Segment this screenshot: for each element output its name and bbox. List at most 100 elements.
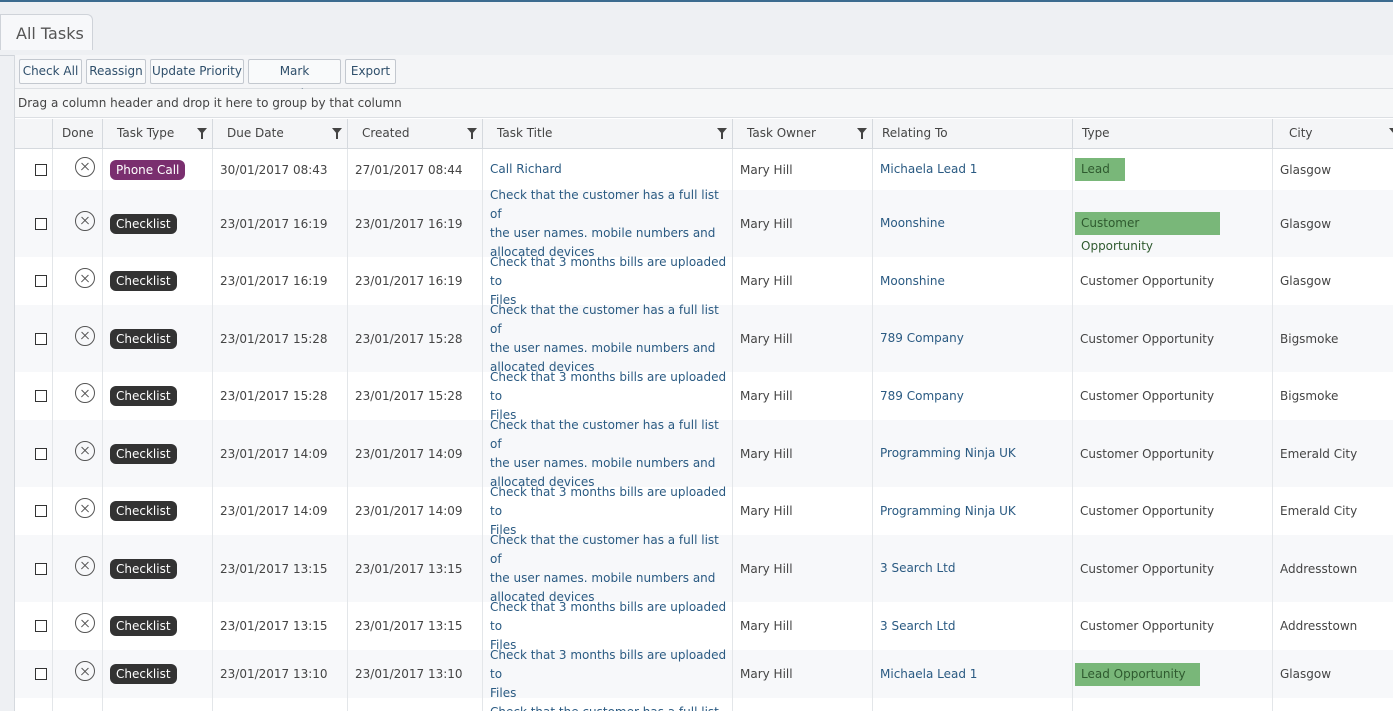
- done-cell: [52, 305, 102, 372]
- row-checkbox[interactable]: [35, 620, 47, 632]
- filter-icon[interactable]: [197, 128, 207, 139]
- task-type-cell: Checklist: [102, 602, 212, 650]
- task-title-line: Check that 3 months bills are uploaded t…: [490, 647, 727, 681]
- type-value: Customer Opportunity: [1080, 274, 1215, 288]
- task-title-line: Check that 3 months bills are uploaded t…: [490, 484, 727, 518]
- task-type-cell: Checklist: [102, 257, 212, 305]
- type-cell: [1072, 698, 1272, 711]
- relating-to-link[interactable]: 3 Search Ltd: [880, 617, 956, 636]
- task-owner: Mary Hill: [740, 561, 793, 576]
- relating-to-link[interactable]: Moonshine: [880, 272, 945, 291]
- type-value: Customer Opportunity: [1080, 504, 1215, 518]
- check-all-button[interactable]: Check All: [19, 59, 82, 84]
- filter-icon[interactable]: [857, 128, 867, 139]
- relating-to-link[interactable]: Programming Ninja UK: [880, 502, 1016, 521]
- table-row: Checklist 23/01/2017 13:15 23/01/2017 13:1…: [15, 533, 1393, 604]
- task-title-link[interactable]: Check that the customer has a full list …: [490, 301, 732, 377]
- relating-to-link[interactable]: 3 Search Ltd: [880, 559, 956, 578]
- task-title-link[interactable]: Call Richard: [490, 160, 562, 179]
- incomplete-x-circle-icon[interactable]: [75, 210, 95, 231]
- header-done[interactable]: Done: [52, 119, 102, 148]
- incomplete-x-circle-icon[interactable]: [75, 661, 95, 681]
- incomplete-x-circle-icon[interactable]: [75, 613, 95, 633]
- update-priority-button[interactable]: Update Priority: [150, 59, 244, 84]
- created-date: 27/01/2017 08:44: [355, 162, 463, 177]
- header-relating-to[interactable]: Relating To: [872, 119, 1072, 148]
- incomplete-x-circle-icon[interactable]: [75, 498, 95, 518]
- city-value: Glasgow: [1280, 274, 1332, 288]
- table-row: Checklist 23/01/2017 13:10 23/01/2017 13:1…: [15, 648, 1393, 700]
- relating-to-link[interactable]: Moonshine: [880, 214, 945, 233]
- city-cell: Bigsmoke: [1272, 372, 1393, 420]
- relating-to-cell: Moonshine: [872, 257, 1072, 305]
- table-row: Phone Call 30/01/2017 08:43 27/01/2017 08:…: [15, 149, 1393, 190]
- task-title-line: Check that 3 months bills are uploaded t…: [490, 254, 727, 288]
- header-task-type[interactable]: Task Type: [102, 119, 212, 148]
- relating-to-cell: Michaela Lead 1: [872, 650, 1072, 698]
- header-city-label: City: [1289, 126, 1313, 140]
- task-title-link[interactable]: Check that the customer has a full list …: [490, 703, 732, 711]
- tab-all-tasks[interactable]: All Tasks: [0, 14, 93, 50]
- header-created[interactable]: Created: [347, 119, 482, 148]
- reassign-button[interactable]: Reassign: [86, 59, 146, 84]
- incomplete-x-circle-icon[interactable]: [75, 325, 95, 346]
- task-type-badge: Checklist: [110, 664, 177, 684]
- task-owner-cell: Mary Hill: [732, 602, 872, 650]
- header-task-owner[interactable]: Task Owner: [732, 119, 872, 148]
- relating-to-link[interactable]: 789 Company: [880, 387, 964, 406]
- mark-complete-button[interactable]: Mark Complete: [248, 59, 341, 101]
- task-title-cell: Check that the customer has a full list …: [482, 698, 732, 711]
- filter-icon[interactable]: [332, 128, 342, 139]
- task-title-cell: Check that the customer has a full list …: [482, 533, 732, 604]
- due-date: 23/01/2017 13:15: [220, 619, 328, 633]
- task-title-link[interactable]: Check that 3 months bills are uploaded t…: [490, 646, 732, 703]
- done-cell: [52, 535, 102, 602]
- table-row: Checklist 23/01/2017 16:19 23/01/2017 16:1…: [15, 255, 1393, 307]
- task-title-line: Call Richard: [490, 162, 562, 176]
- task-owner-cell: Mary Hill: [732, 535, 872, 602]
- done-cell: [52, 420, 102, 487]
- group-drop-zone[interactable]: Drag a column header and drop it here to…: [15, 89, 1393, 118]
- task-owner-cell: [732, 698, 872, 711]
- task-title-link[interactable]: Check that the customer has a full list …: [490, 186, 732, 262]
- row-checkbox[interactable]: [35, 447, 47, 460]
- row-checkbox[interactable]: [35, 668, 47, 680]
- row-checkbox[interactable]: [35, 217, 47, 230]
- incomplete-x-circle-icon[interactable]: [75, 156, 95, 177]
- relating-to-link[interactable]: 789 Company: [880, 329, 964, 348]
- task-type-badge: Checklist: [110, 271, 177, 291]
- header-type[interactable]: Type: [1072, 119, 1272, 148]
- task-title-line: the user names. mobile numbers and: [490, 225, 716, 240]
- header-created-label: Created: [362, 126, 410, 140]
- task-title-link[interactable]: Check that the customer has a full list …: [490, 416, 732, 492]
- filter-icon[interactable]: [467, 128, 477, 139]
- task-type-badge: Phone Call: [110, 159, 186, 180]
- relating-to-link[interactable]: Programming Ninja UK: [880, 444, 1016, 463]
- created-date: 23/01/2017 14:09: [355, 446, 463, 461]
- filter-icon[interactable]: [1389, 128, 1393, 134]
- header-task-title[interactable]: Task Title: [482, 119, 732, 148]
- type-value: Lead Opportunity: [1075, 662, 1200, 686]
- task-type-badge: Checklist: [110, 213, 177, 234]
- row-checkbox[interactable]: [35, 275, 47, 287]
- city-cell: Glasgow: [1272, 149, 1393, 190]
- relating-to-link[interactable]: Michaela Lead 1: [880, 665, 977, 684]
- row-checkbox[interactable]: [35, 332, 47, 345]
- incomplete-x-circle-icon[interactable]: [75, 440, 95, 461]
- table-row: Checklist 23/01/2017 16:19 23/01/2017 16:1…: [15, 188, 1393, 259]
- incomplete-x-circle-icon[interactable]: [75, 555, 95, 576]
- row-checkbox[interactable]: [35, 390, 47, 402]
- task-title-link[interactable]: Check that the customer has a full list …: [490, 531, 732, 607]
- relating-to-link[interactable]: Michaela Lead 1: [880, 160, 977, 179]
- filter-icon[interactable]: [717, 128, 727, 139]
- type-cell: Customer Opportunity: [1072, 305, 1272, 372]
- row-checkbox[interactable]: [35, 163, 47, 176]
- header-city[interactable]: City: [1272, 119, 1393, 148]
- row-checkbox[interactable]: [35, 505, 47, 517]
- incomplete-x-circle-icon[interactable]: [75, 268, 95, 288]
- incomplete-x-circle-icon[interactable]: [75, 383, 95, 403]
- done-cell: [52, 372, 102, 420]
- header-due-date[interactable]: Due Date: [212, 119, 347, 148]
- export-button[interactable]: Export: [345, 59, 396, 84]
- row-checkbox[interactable]: [35, 562, 47, 575]
